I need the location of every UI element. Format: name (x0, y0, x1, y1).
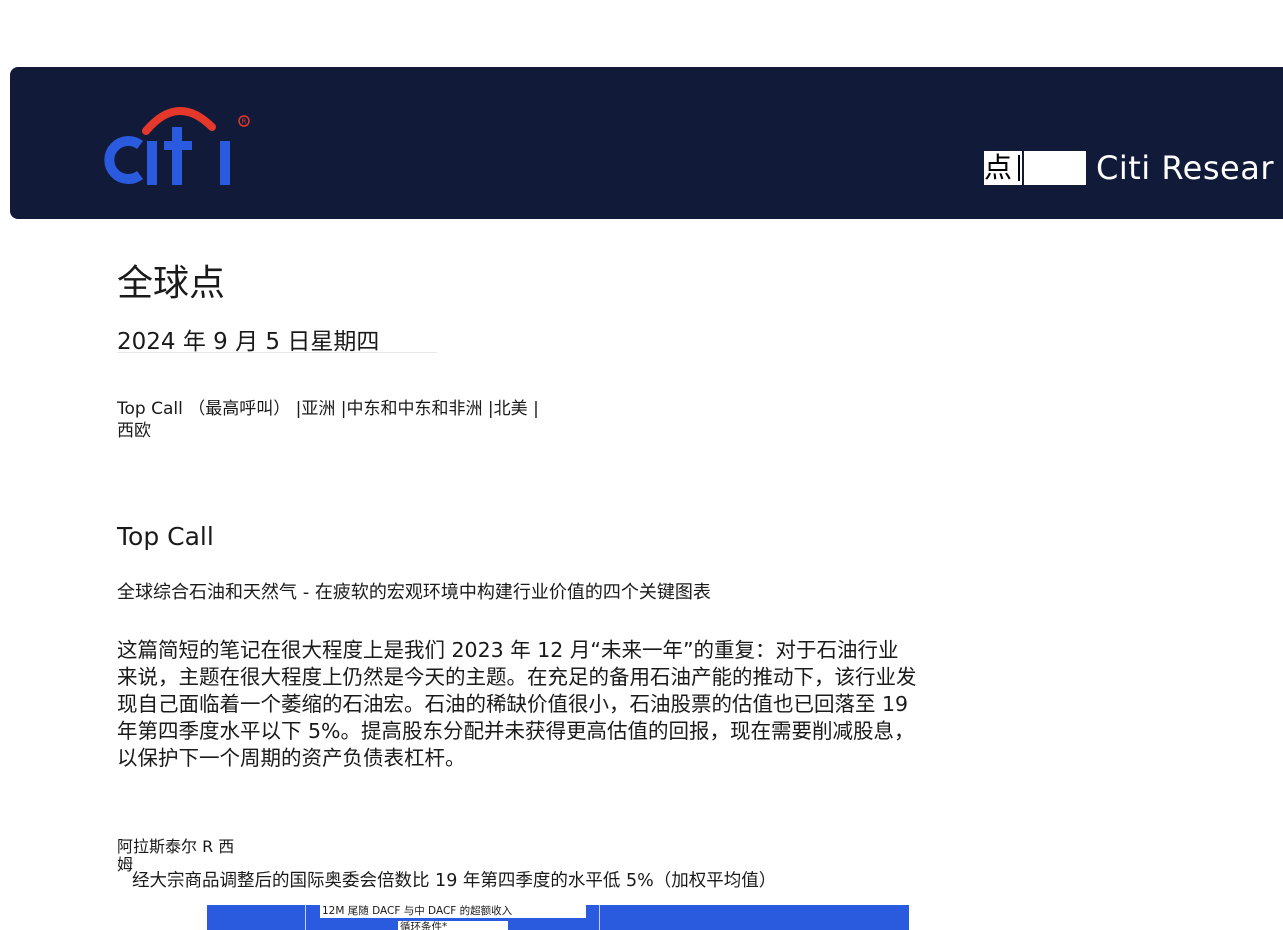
banner-redaction-box (1024, 151, 1087, 185)
page: R 点 Citi Resear 全球点 2024 年 9 月 5 日星期四 To… (0, 0, 1283, 930)
nav-link-asia[interactable]: 亚洲 (301, 399, 335, 419)
chart-legend-label: 12M 尾随 DACF 与中 DACF 的超额收入 (320, 905, 586, 918)
nav-link-western-europe[interactable]: 西欧 (117, 421, 151, 441)
page-title: 全球点 (117, 263, 226, 304)
publication-date: 2024 年 9 月 5 日星期四 (117, 329, 380, 355)
chart-caption: 经大宗商品调整后的国际奥委会倍数比 19 年第四季度的水平低 5%（加权平均值） (132, 871, 777, 891)
banner-char-text: 点 (984, 151, 1013, 184)
author-name[interactable]: 阿拉斯泰尔 R 西姆 (117, 838, 247, 874)
chart-gridline (599, 905, 600, 930)
article-headline[interactable]: 全球综合石油和天然气 - 在疲软的宏观环境中构建行业价值的四个关键图表 (117, 578, 877, 604)
nav-separator: | (533, 399, 539, 419)
svg-text:R: R (242, 118, 247, 126)
nav-link-north-america[interactable]: 北美 (494, 399, 528, 419)
date-divider (117, 352, 437, 353)
nav-link-top-call[interactable]: Top Call （最高呼叫） (117, 399, 290, 419)
region-nav: Top Call （最高呼叫） |亚洲 |中东和中东和非洲 |北美 | 西欧 (117, 398, 567, 442)
brand-name[interactable]: Citi Resear (1096, 149, 1274, 187)
chart-legend-label: 循环条件* (398, 921, 508, 930)
chart-preview: 12M 尾随 DACF 与中 DACF 的超额收入 循环条件* (207, 905, 909, 930)
text-cursor (1018, 155, 1021, 181)
chart-gridline (305, 905, 306, 930)
section-heading: Top Call (117, 522, 214, 551)
banner-right-group: 点 Citi Resear (984, 149, 1274, 187)
citi-logo[interactable]: R (96, 97, 256, 189)
banner-title-char: 点 (984, 151, 1023, 185)
nav-link-mea[interactable]: 中东和中东和非洲 (347, 399, 483, 419)
article-summary: 这篇简短的笔记在很大程度上是我们 2023 年 12 月“未来一年”的重复：对于… (117, 638, 917, 770)
